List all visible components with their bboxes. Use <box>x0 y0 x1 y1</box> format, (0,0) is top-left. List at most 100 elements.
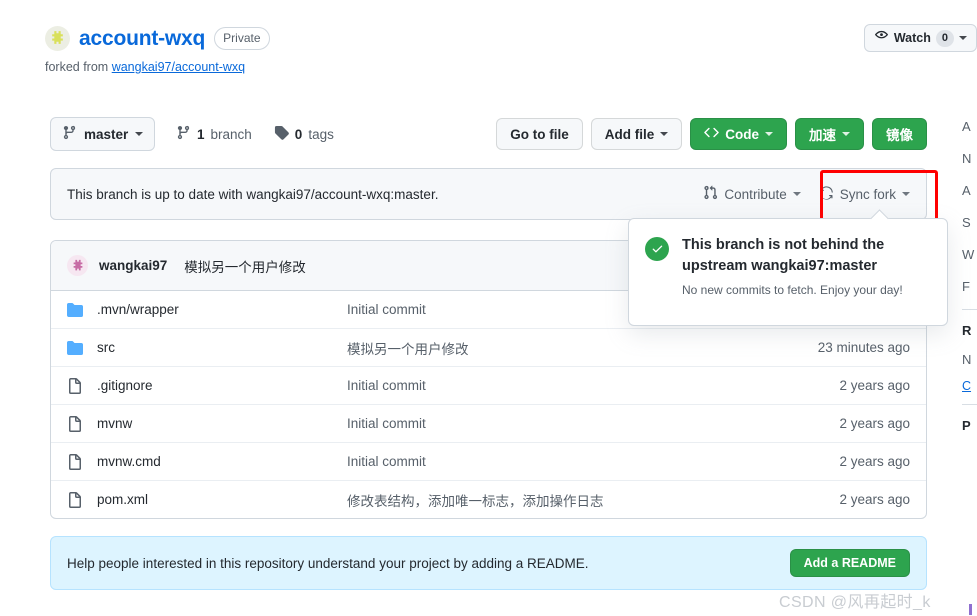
accelerate-button[interactable]: 加速 <box>795 118 864 150</box>
add-file-label: Add file <box>604 126 655 142</box>
file-commit-message[interactable]: Initial commit <box>347 416 839 431</box>
code-brackets-icon <box>704 125 720 143</box>
file-commit-message[interactable]: 模拟另一个用户修改 <box>347 338 818 358</box>
check-circle-icon <box>645 237 669 261</box>
file-icon <box>67 453 83 470</box>
chevron-down-icon <box>792 192 801 196</box>
tag-count[interactable]: 0 tags <box>274 125 334 143</box>
branch-count[interactable]: 1 branch <box>176 125 252 143</box>
go-to-file-button[interactable]: Go to file <box>496 118 583 150</box>
table-row[interactable]: src 模拟另一个用户修改 23 minutes ago <box>51 329 926 367</box>
file-commit-message[interactable]: Initial commit <box>347 378 839 393</box>
tag-icon <box>274 125 289 143</box>
sidebar-divider <box>962 404 977 405</box>
code-button[interactable]: Code <box>690 118 787 150</box>
file-name[interactable]: .mvn/wrapper <box>97 302 347 317</box>
sync-fork-button[interactable]: Sync fork <box>819 185 910 203</box>
file-timestamp: 2 years ago <box>839 492 910 507</box>
file-icon <box>67 377 83 394</box>
file-icon <box>67 415 83 432</box>
file-timestamp: 2 years ago <box>839 454 910 469</box>
status-badge: Private <box>214 27 270 50</box>
file-name[interactable]: mvnw <box>97 416 347 431</box>
sidebar-item-activity[interactable]: A <box>962 174 977 206</box>
sidebar-item-readme[interactable]: N <box>962 142 977 174</box>
folder-icon <box>67 340 83 356</box>
branch-status-text: This branch is up to date with wangkai97… <box>67 186 439 202</box>
chevron-down-icon <box>902 192 910 196</box>
accelerate-label: 加速 <box>809 128 836 143</box>
toolbar-actions: Go to file Add file Code 加速 镜像 <box>496 117 927 151</box>
branch-icon <box>176 125 191 143</box>
branch-selector[interactable]: master <box>50 117 156 151</box>
file-name[interactable]: pom.xml <box>97 492 347 507</box>
forked-from: forked from wangkai97/account-wxq <box>45 60 245 74</box>
add-readme-button[interactable]: Add a README <box>789 549 910 577</box>
table-row[interactable]: pom.xml 修改表结构，添加唯一标志，添加操作日志 2 years ago <box>51 481 926 518</box>
sidebar-item-stars[interactable]: S <box>962 206 977 238</box>
page-title[interactable]: account-wxq <box>79 27 205 51</box>
repo-title-row: account-wxq Private <box>45 26 270 51</box>
sidebar-item-watching[interactable]: W <box>962 238 977 270</box>
commit-message[interactable]: 模拟另一个用户修改 <box>184 256 306 276</box>
csdn-watermark: CSDN @风再起时_k <box>779 594 931 611</box>
sidebar-heading-packages: P <box>962 417 971 433</box>
forked-from-label: forked from <box>45 60 109 74</box>
branch-status-actions: Contribute Sync fork <box>703 185 910 203</box>
file-commit-message[interactable]: Initial commit <box>347 454 839 469</box>
chevron-down-icon <box>842 132 850 136</box>
chevron-down-icon <box>765 132 773 136</box>
github-repo-page: account-wxq Private forked from wangkai9… <box>0 0 977 616</box>
repo-toolbar: master 1 branch 0 tags Go to file Add fi… <box>50 117 927 151</box>
contribute-label: Contribute <box>724 186 787 202</box>
eye-icon <box>874 29 889 47</box>
sidebar-item-about[interactable]: A <box>962 110 977 142</box>
bottom-edge-marker <box>969 604 972 615</box>
sync-fork-popup: This branch is not behind the upstream w… <box>628 209 948 326</box>
tag-count-label: tags <box>308 126 334 142</box>
readme-prompt-banner: Help people interested in this repositor… <box>50 536 927 590</box>
chevron-down-icon <box>135 132 144 136</box>
mirror-button[interactable]: 镜像 <box>872 118 927 150</box>
file-timestamp: 23 minutes ago <box>817 340 910 355</box>
sync-fork-label: Sync fork <box>839 186 896 202</box>
repo-header: account-wxq Private forked from wangkai9… <box>0 0 977 96</box>
forked-from-link[interactable]: wangkai97/account-wxq <box>112 60 245 74</box>
contribute-button[interactable]: Contribute <box>703 185 801 203</box>
file-name[interactable]: .gitignore <box>97 378 347 393</box>
add-file-button[interactable]: Add file <box>590 118 683 150</box>
popup-title: This branch is not behind the upstream w… <box>682 237 885 274</box>
sidebar-divider <box>962 309 977 310</box>
table-row[interactable]: mvnw Initial commit 2 years ago <box>51 405 926 443</box>
branch-icon <box>62 125 77 143</box>
table-row[interactable]: mvnw.cmd Initial commit 2 years ago <box>51 443 926 481</box>
chevron-down-icon <box>959 36 967 40</box>
file-commit-message[interactable]: 修改表结构，添加唯一标志，添加操作日志 <box>347 490 839 510</box>
sidebar-create-release-link[interactable]: C <box>962 375 977 397</box>
watch-button[interactable]: Watch 0 <box>863 24 977 52</box>
watch-label: Watch <box>893 31 931 45</box>
file-name[interactable]: src <box>97 340 347 355</box>
repo-avatar-icon <box>45 26 70 51</box>
branch-count-value: 1 <box>197 126 205 142</box>
file-icon <box>67 491 83 508</box>
file-timestamp: 2 years ago <box>839 378 910 393</box>
repo-sidebar: A N A S W F R N C P <box>962 110 977 438</box>
mirror-label: 镜像 <box>886 128 913 143</box>
code-label: Code <box>725 126 759 142</box>
branch-status-bar: This branch is up to date with wangkai97… <box>50 168 927 220</box>
file-name[interactable]: mvnw.cmd <box>97 454 347 469</box>
sidebar-item-forks[interactable]: F <box>962 270 977 302</box>
chevron-down-icon <box>660 132 669 136</box>
branch-meta: 1 branch 0 tags <box>176 117 334 151</box>
sidebar-releases-empty: N <box>962 351 972 367</box>
branch-selector-label: master <box>84 126 129 142</box>
popup-body: This branch is not behind the upstream w… <box>682 235 931 311</box>
table-row[interactable]: .gitignore Initial commit 2 years ago <box>51 367 926 405</box>
file-timestamp: 2 years ago <box>839 416 910 431</box>
commit-author[interactable]: wangkai97 <box>99 258 167 273</box>
sync-icon <box>819 185 834 203</box>
user-avatar-icon[interactable] <box>67 255 88 276</box>
readme-prompt-text: Help people interested in this repositor… <box>67 555 589 571</box>
popup-subtitle: No new commits to fetch. Enjoy your day! <box>682 283 903 297</box>
